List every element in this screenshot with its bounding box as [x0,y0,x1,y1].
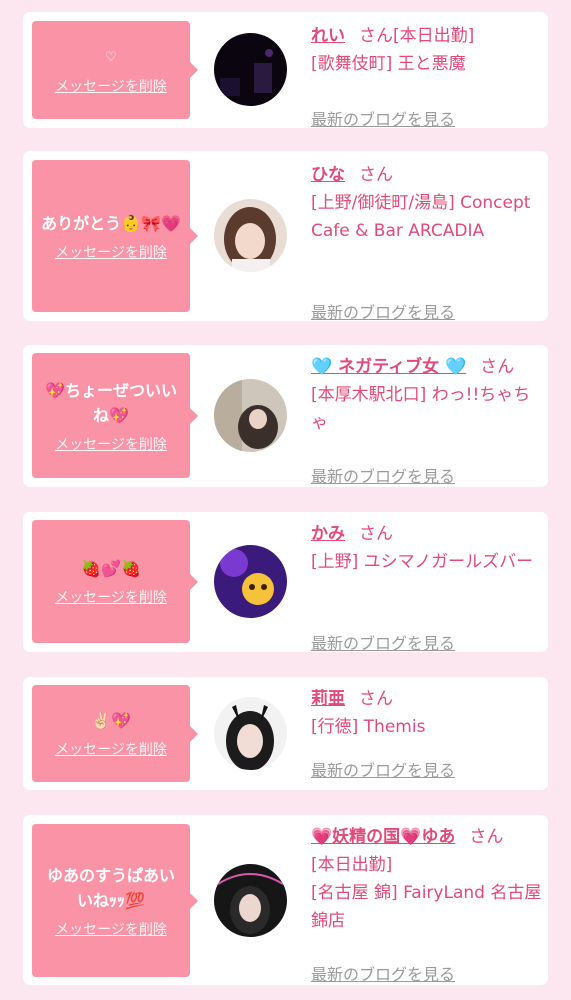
message-bubble: 💖ちょーぜついいね💖 メッセージを削除 [32,353,198,478]
delete-message-link[interactable]: メッセージを削除 [55,242,167,262]
user-name-link[interactable]: ひな [311,165,345,185]
user-info: かみ さん [上野] ユシマノガールズバー 最新のブログを見る [311,520,543,653]
user-info: れい さん[本日出勤] [歌舞伎町] 王と悪魔 最新のブログを見る [311,22,543,129]
honorific: さん [359,165,393,185]
message-card: 💖ちょーぜついいね💖 メッセージを削除 🩵 ネガティブ女 🩵 さん [本厚木駅北口… [23,345,548,487]
avatar[interactable] [214,379,287,452]
avatar[interactable] [214,545,287,618]
avatar[interactable] [214,33,287,106]
message-card: ありがとう👶🎀💗 メッセージを削除 ひな さん [上野/御徒町/湯島] Conce… [23,151,548,322]
honorific: さん [359,524,393,544]
shop-label: [歌舞伎町] 王と悪魔 [311,54,466,74]
latest-blog-link[interactable]: 最新のブログを見る [311,961,455,985]
shop-label: [行徳] Themis [311,717,426,737]
shop-label: [上野] ユシマノガールズバー [311,552,534,572]
shop-label: [上野/御徒町/湯島] Concept Cafe & Bar ARCADIA [311,193,531,241]
status-label: [本日出勤] [393,26,475,46]
message-text: 💖ちょーぜついいね💖 [45,380,177,425]
message-bubble: ✌🏻💖 メッセージを削除 [32,685,198,782]
user-info: ひな さん [上野/御徒町/湯島] Concept Cafe & Bar ARCA… [311,161,543,322]
latest-blog-link[interactable]: 最新のブログを見る [311,106,455,130]
delete-message-link[interactable]: メッセージを削除 [55,739,167,759]
avatar[interactable] [214,199,287,272]
message-text: ♡ [105,49,117,65]
user-name-link[interactable]: かみ [311,524,345,544]
latest-blog-link[interactable]: 最新のブログを見る [311,630,455,654]
message-card: 🍓💕🍓 メッセージを削除 かみ さん [上野] ユシマノガールズバー 最新のブログ… [23,512,548,653]
user-info: 💗妖精の国💗ゆあ さん [本日出勤] [名古屋 錦] FairyLand 名古屋錦… [311,823,543,984]
user-name-link[interactable]: 🩵 ネガティブ女 🩵 [311,357,466,377]
delete-message-link[interactable]: メッセージを削除 [55,587,167,607]
status-label: [本日出勤] [311,855,393,875]
delete-message-link[interactable]: メッセージを削除 [55,76,167,96]
message-text: ゆあのすうぱあいいねｯｯ💯 [46,865,175,910]
shop-label: [名古屋 錦] FairyLand 名古屋錦店 [311,883,542,931]
shop-label: [本厚木駅北口] わっ!!ちゃちゃ [311,385,531,433]
message-bubble: ありがとう👶🎀💗 メッセージを削除 [32,160,198,312]
honorific: さん [469,827,504,847]
message-text: ✌🏻💖 [91,711,131,730]
user-name-link[interactable]: れい [311,26,345,46]
message-text: ありがとう👶🎀💗 [41,213,181,233]
honorific: さん [480,357,515,377]
honorific: さん [359,689,393,709]
message-card: ✌🏻💖 メッセージを削除 莉亜 さん [行徳] Themis 最新のブログを見る [23,677,548,790]
message-card: ゆあのすうぱあいいねｯｯ💯 メッセージを削除 💗妖精の国💗ゆあ さん [本日出勤]… [23,815,548,985]
latest-blog-link[interactable]: 最新のブログを見る [311,299,455,323]
message-text: 🍓💕🍓 [81,559,141,578]
honorific: さん [359,26,393,46]
message-card: ♡ メッセージを削除 れい さん[本日出勤] [歌舞伎町] 王と悪魔 最新のブログ… [23,12,548,129]
latest-blog-link[interactable]: 最新のブログを見る [311,757,455,781]
user-info: 🩵 ネガティブ女 🩵 さん [本厚木駅北口] わっ!!ちゃちゃ 最新のブログを見る [311,353,543,486]
message-bubble: ♡ メッセージを削除 [32,21,198,119]
latest-blog-link[interactable]: 最新のブログを見る [311,463,455,487]
message-bubble: 🍓💕🍓 メッセージを削除 [32,520,198,643]
delete-message-link[interactable]: メッセージを削除 [55,434,167,454]
avatar[interactable] [214,864,287,937]
message-bubble: ゆあのすうぱあいいねｯｯ💯 メッセージを削除 [32,824,198,977]
avatar[interactable] [214,697,287,770]
user-name-link[interactable]: 💗妖精の国💗ゆあ [311,827,455,847]
user-name-link[interactable]: 莉亜 [311,689,345,709]
delete-message-link[interactable]: メッセージを削除 [55,919,167,939]
user-info: 莉亜 さん [行徳] Themis 最新のブログを見る [311,685,543,780]
